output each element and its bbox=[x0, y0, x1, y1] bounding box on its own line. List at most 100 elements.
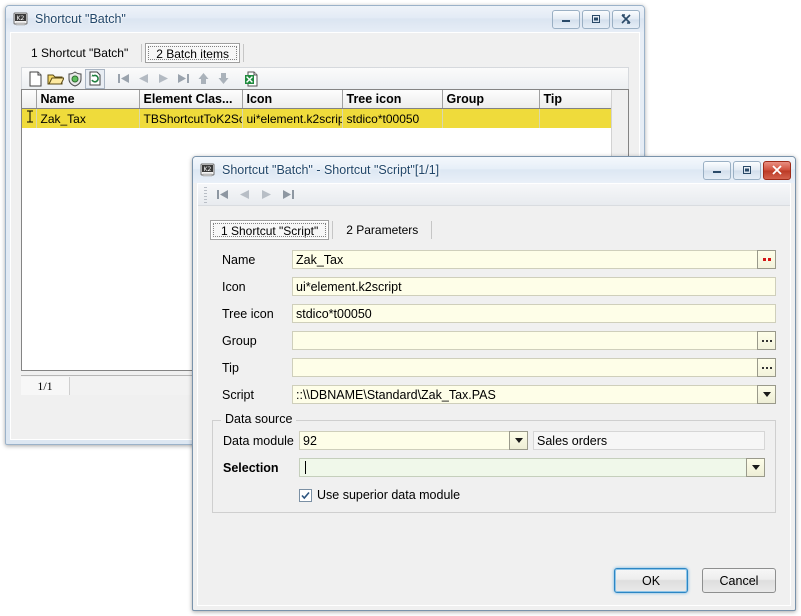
tab-divider bbox=[431, 221, 433, 239]
dialog-footer: OK Cancel bbox=[614, 568, 776, 593]
label-icon: Icon bbox=[222, 279, 246, 294]
close-button[interactable] bbox=[763, 160, 791, 180]
minimize-icon bbox=[713, 171, 721, 173]
cell-icon[interactable]: ui*element.k2script bbox=[242, 108, 343, 128]
previous-record-icon bbox=[239, 190, 249, 199]
tip-input[interactable] bbox=[292, 358, 758, 377]
tip-ellipsis-button[interactable] bbox=[757, 358, 776, 377]
table-row[interactable]: Zak_Tax TBShortcutToK2Sc ui*element.k2sc… bbox=[22, 108, 628, 128]
selection-input[interactable] bbox=[299, 458, 747, 477]
tab-batch-items[interactable]: 2 Batch items bbox=[145, 43, 240, 63]
arrow-down-icon bbox=[218, 73, 228, 84]
export-excel-button[interactable] bbox=[241, 69, 261, 89]
checkmark-icon bbox=[301, 491, 310, 499]
tab-shortcut-script[interactable]: 1 Shortcut "Script" bbox=[210, 220, 330, 240]
first-record-button[interactable] bbox=[211, 185, 233, 205]
selection-dropdown-button[interactable] bbox=[746, 458, 765, 477]
toolbar-grip[interactable] bbox=[204, 186, 207, 203]
close-icon bbox=[772, 165, 782, 175]
k2-app-icon: K2 bbox=[200, 162, 216, 178]
last-record-icon bbox=[177, 74, 189, 83]
cell-name[interactable]: Zak_Tax bbox=[36, 108, 140, 128]
dialog-titlebar[interactable]: K2 Shortcut "Batch" - Shortcut "Script"[… bbox=[193, 157, 795, 183]
previous-record-button[interactable] bbox=[133, 69, 153, 89]
ellipsis-icon bbox=[762, 258, 771, 261]
name-ellipsis-button[interactable] bbox=[757, 250, 776, 269]
group-ellipsis-button[interactable] bbox=[757, 331, 776, 350]
shortcut-script-form: Name Zak_Tax Icon ui*element.k2script Tr… bbox=[198, 240, 790, 408]
tab-parameters[interactable]: 2 Parameters bbox=[336, 220, 428, 240]
cell-tree-icon[interactable]: stdico*t00050 bbox=[342, 108, 443, 128]
minimize-icon bbox=[562, 20, 570, 22]
ellipsis-icon bbox=[761, 339, 772, 342]
use-superior-row: Use superior data module bbox=[223, 488, 765, 502]
column-header-tree-icon[interactable]: Tree icon bbox=[342, 90, 443, 109]
record-cursor-icon bbox=[22, 108, 37, 128]
grid-header-row: Name Element Clas... Icon Tree icon Grou… bbox=[22, 90, 628, 109]
cell-element-class[interactable]: TBShortcutToK2Sc bbox=[139, 108, 243, 128]
data-module-dropdown-button[interactable] bbox=[509, 431, 528, 450]
minimize-button[interactable] bbox=[703, 160, 731, 180]
data-source-legend: Data source bbox=[221, 412, 297, 426]
field-row-icon: Icon ui*element.k2script bbox=[212, 273, 776, 300]
new-document-button[interactable] bbox=[25, 69, 45, 89]
open-folder-button[interactable] bbox=[45, 69, 65, 89]
cancel-button[interactable]: Cancel bbox=[702, 568, 776, 593]
move-down-button[interactable] bbox=[213, 69, 233, 89]
script-input[interactable]: ::\\DBNAME\Standard\Zak_Tax.PAS bbox=[292, 385, 758, 404]
previous-record-icon bbox=[138, 74, 148, 83]
close-icon bbox=[621, 14, 631, 24]
move-up-button[interactable] bbox=[193, 69, 213, 89]
record-position-indicator: 1/1 bbox=[21, 376, 70, 395]
field-row-tree-icon: Tree icon stdico*t00050 bbox=[212, 300, 776, 327]
properties-button[interactable] bbox=[65, 69, 85, 89]
close-button[interactable] bbox=[612, 9, 640, 29]
maximize-button[interactable] bbox=[733, 160, 761, 180]
last-record-button[interactable] bbox=[277, 185, 299, 205]
first-record-icon bbox=[117, 74, 129, 83]
shield-icon bbox=[68, 70, 82, 87]
shortcut-script-dialog[interactable]: K2 Shortcut "Batch" - Shortcut "Script"[… bbox=[192, 156, 796, 611]
grid-gutter-header bbox=[22, 90, 37, 109]
minimize-button[interactable] bbox=[552, 9, 580, 29]
dialog-body: 1 Shortcut "Script" 2 Parameters Name Za… bbox=[197, 183, 791, 606]
svg-text:K2: K2 bbox=[17, 15, 25, 22]
dialog-nav-toolbar bbox=[198, 184, 790, 206]
script-dropdown-button[interactable] bbox=[757, 385, 776, 404]
excel-export-icon bbox=[244, 71, 257, 86]
tab-shortcut-batch[interactable]: 1 Shortcut "Batch" bbox=[21, 43, 138, 63]
next-record-button[interactable] bbox=[255, 185, 277, 205]
use-superior-data-module-checkbox[interactable] bbox=[299, 488, 312, 502]
column-header-icon[interactable]: Icon bbox=[242, 90, 343, 109]
main-tabbar: 1 Shortcut "Batch" 2 Batch items bbox=[11, 39, 639, 63]
last-record-icon bbox=[282, 190, 294, 199]
column-header-group[interactable]: Group bbox=[442, 90, 540, 109]
tree-icon-input[interactable]: stdico*t00050 bbox=[292, 304, 776, 323]
dialog-controls bbox=[703, 160, 793, 180]
main-window-titlebar[interactable]: K2 Shortcut "Batch" bbox=[6, 6, 644, 32]
last-record-button[interactable] bbox=[173, 69, 193, 89]
label-name: Name bbox=[222, 252, 256, 267]
group-input[interactable] bbox=[292, 331, 758, 350]
use-superior-data-module-label: Use superior data module bbox=[317, 488, 461, 502]
label-script: Script bbox=[222, 387, 254, 402]
ok-button[interactable]: OK bbox=[614, 568, 688, 593]
data-module-input[interactable]: 92 bbox=[299, 431, 510, 450]
name-input[interactable]: Zak_Tax bbox=[292, 250, 758, 269]
label-data-module: Data module bbox=[223, 433, 294, 448]
dialog-title: Shortcut "Batch" - Shortcut "Script"[1/1… bbox=[222, 163, 440, 177]
cell-group[interactable] bbox=[442, 108, 540, 128]
column-header-element-class[interactable]: Element Clas... bbox=[139, 90, 243, 109]
maximize-button[interactable] bbox=[582, 9, 610, 29]
chevron-down-icon bbox=[514, 438, 523, 443]
svg-text:K2: K2 bbox=[204, 166, 212, 173]
arrow-up-icon bbox=[198, 73, 208, 84]
grid-table: Name Element Clas... Icon Tree icon Grou… bbox=[22, 90, 628, 128]
next-record-button[interactable] bbox=[153, 69, 173, 89]
previous-record-button[interactable] bbox=[233, 185, 255, 205]
icon-input[interactable]: ui*element.k2script bbox=[292, 277, 776, 296]
first-record-icon bbox=[216, 190, 228, 199]
first-record-button[interactable] bbox=[113, 69, 133, 89]
refresh-button[interactable] bbox=[85, 68, 105, 89]
column-header-name[interactable]: Name bbox=[36, 90, 140, 109]
